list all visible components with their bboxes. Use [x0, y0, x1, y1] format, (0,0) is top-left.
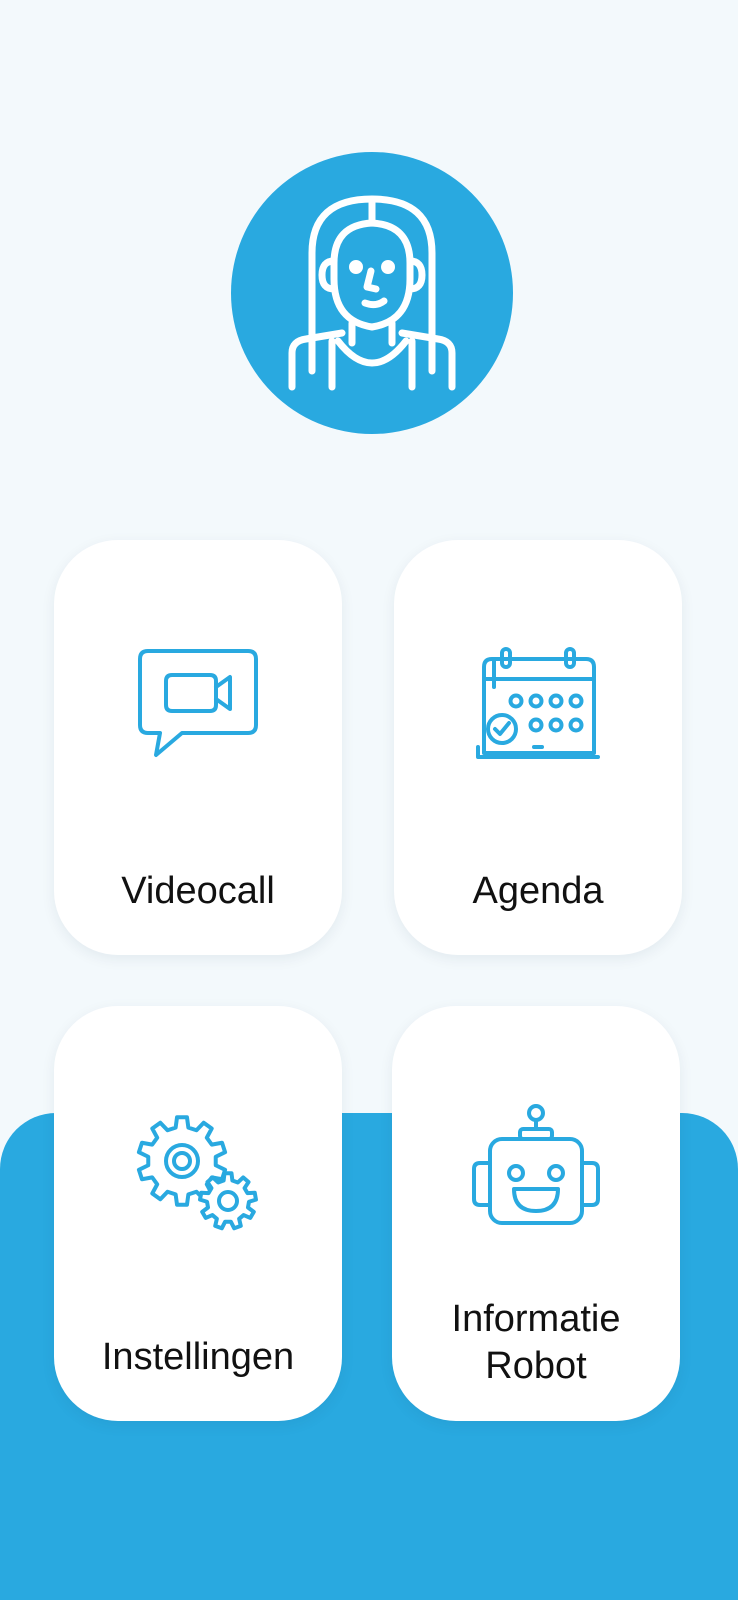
- informatie-label-line-2: Robot: [485, 1345, 587, 1387]
- agenda-tile[interactable]: Agenda: [394, 540, 682, 955]
- robot-icon: [472, 1104, 600, 1225]
- instellingen-icon-wrap: [54, 1106, 342, 1236]
- instellingen-tile[interactable]: Instellingen: [54, 1006, 342, 1421]
- videocall-label: Videocall: [121, 870, 275, 912]
- profile-avatar[interactable]: [231, 152, 513, 434]
- informatie-icon-wrap: [392, 1104, 680, 1236]
- agenda-label: Agenda: [472, 870, 604, 912]
- woman-avatar-icon: [288, 195, 456, 391]
- agenda-icon-wrap: [394, 640, 682, 770]
- informatie-robot-tile[interactable]: Informatie Robot: [392, 1006, 680, 1421]
- videocall-tile[interactable]: Videocall: [54, 540, 342, 955]
- video-chat-icon: [138, 649, 258, 757]
- videocall-icon-wrap: [54, 640, 342, 770]
- gears-icon: [136, 1115, 258, 1231]
- instellingen-label: Instellingen: [101, 1336, 295, 1378]
- informatie-label-line-1: Informatie: [451, 1298, 621, 1340]
- informatie-robot-label: Informatie Robot: [392, 1296, 680, 1390]
- calendar-icon: [476, 647, 600, 759]
- small-gear-outline: [198, 1171, 258, 1231]
- small-gear: [198, 1171, 258, 1231]
